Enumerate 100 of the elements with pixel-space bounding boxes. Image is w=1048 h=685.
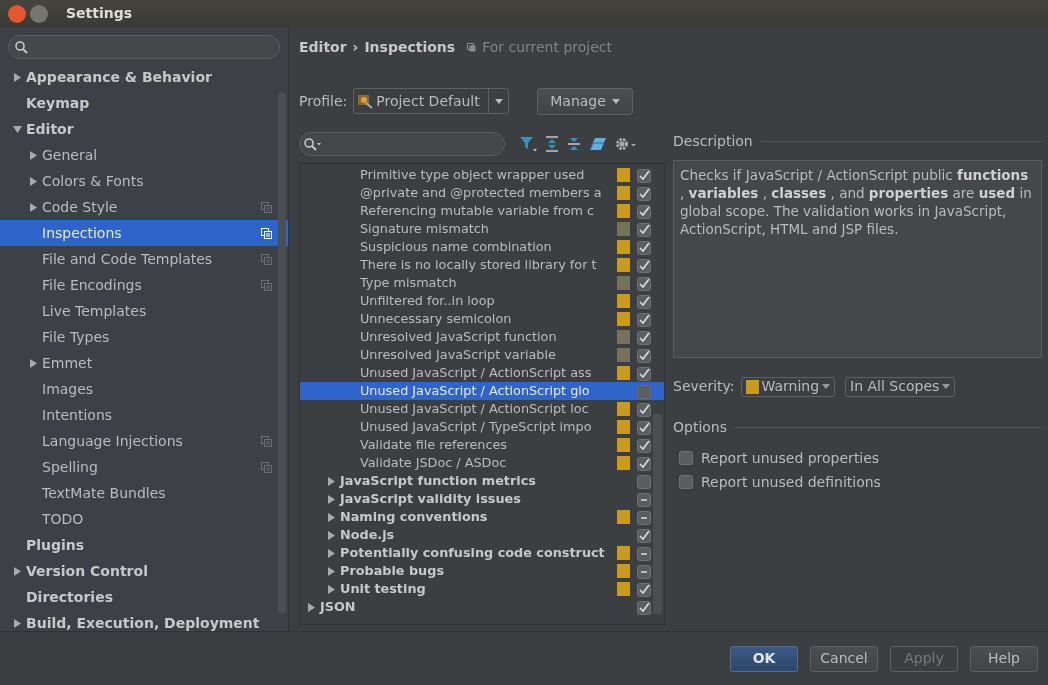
sidebar-item[interactable]: Live Templates [0, 298, 288, 324]
checkbox[interactable] [637, 258, 651, 273]
scope-dropdown[interactable]: In All Scopes [845, 376, 956, 397]
collapsed-arrow-icon[interactable] [28, 358, 38, 368]
inspection-row[interactable]: Validate file references [300, 436, 664, 454]
filter-search-field[interactable] [299, 132, 505, 156]
sidebar-item[interactable]: Appearance & Behavior [0, 64, 288, 90]
collapsed-arrow-icon[interactable] [326, 512, 336, 522]
sidebar-item[interactable]: Code Style [0, 194, 288, 220]
filter-icon[interactable] [519, 136, 537, 152]
collapse-all-icon[interactable] [567, 136, 581, 152]
inspection-row[interactable]: Unused JavaScript / ActionScript glo [300, 382, 664, 400]
checkbox[interactable] [637, 528, 651, 543]
checkbox[interactable] [637, 204, 651, 219]
collapsed-arrow-icon[interactable] [28, 150, 38, 160]
close-button[interactable] [8, 4, 26, 23]
sidebar-item[interactable]: Plugins [0, 532, 288, 558]
checkbox[interactable] [637, 276, 651, 291]
inspection-row[interactable]: Unused JavaScript / ActionScript loc [300, 400, 664, 418]
sidebar-item[interactable]: File and Code Templates [0, 246, 288, 272]
gear-icon[interactable] [615, 137, 637, 151]
sidebar-item[interactable]: Build, Execution, Deployment [0, 610, 288, 636]
dialog-button[interactable]: Help [970, 645, 1038, 672]
inspection-row[interactable]: @private and @protected members a [300, 184, 664, 202]
dialog-button[interactable]: OK [730, 645, 798, 672]
sidebar-item[interactable]: File Types [0, 324, 288, 350]
search-field[interactable] [8, 35, 280, 59]
inspection-row[interactable]: Referencing mutable variable from c [300, 202, 664, 220]
collapsed-arrow-icon[interactable] [306, 602, 316, 612]
manage-button[interactable]: Manage [537, 87, 633, 115]
sidebar-item[interactable]: Emmet [0, 350, 288, 376]
checkbox[interactable] [637, 492, 651, 507]
inspection-row[interactable]: Unresolved JavaScript variable [300, 346, 664, 364]
inspection-row[interactable]: JSON [300, 598, 664, 616]
sidebar-item[interactable]: Language Injections [0, 428, 288, 454]
sidebar-item[interactable]: General [0, 142, 288, 168]
maximize-button[interactable] [30, 4, 48, 23]
checkbox[interactable] [637, 456, 651, 471]
inspection-row[interactable]: Naming conventions [300, 508, 664, 526]
inspection-row[interactable]: JavaScript function metrics [300, 472, 664, 490]
checkbox[interactable] [637, 546, 651, 561]
checkbox[interactable] [637, 402, 651, 417]
dialog-button[interactable]: Cancel [810, 645, 878, 672]
inspection-row[interactable]: Suspicious name combination [300, 238, 664, 256]
sidebar-item[interactable]: Inspections [0, 220, 288, 246]
scrollbar[interactable] [278, 93, 286, 613]
inspection-row[interactable]: Unresolved JavaScript function [300, 328, 664, 346]
inspection-row[interactable]: Node.js [300, 526, 664, 544]
inspection-row[interactable]: Primitive type object wrapper used [300, 166, 664, 184]
sidebar-item[interactable]: TODO [0, 506, 288, 532]
sidebar-item[interactable]: Spelling [0, 454, 288, 480]
checkbox[interactable] [637, 582, 651, 597]
inspection-row[interactable]: Unit testing [300, 580, 664, 598]
sidebar-item[interactable]: Editor [0, 116, 288, 142]
collapsed-arrow-icon[interactable] [12, 618, 22, 628]
checkbox[interactable] [637, 474, 651, 489]
checkbox[interactable] [637, 312, 651, 327]
inspection-row[interactable]: There is no locally stored library for t [300, 256, 664, 274]
inspection-row[interactable]: Probable bugs [300, 562, 664, 580]
sidebar-item[interactable]: Version Control [0, 558, 288, 584]
checkbox[interactable] [679, 451, 693, 465]
inspection-row[interactable]: Type mismatch [300, 274, 664, 292]
collapsed-arrow-icon[interactable] [28, 202, 38, 212]
inspection-row[interactable]: Unnecessary semicolon [300, 310, 664, 328]
sidebar-item[interactable]: Keymap [0, 90, 288, 116]
checkbox[interactable] [637, 366, 651, 381]
inspection-row[interactable]: JavaScript validity issues [300, 490, 664, 508]
checkbox[interactable] [637, 420, 651, 435]
checkbox[interactable] [637, 222, 651, 237]
inspection-row[interactable]: Unfiltered for..in loop [300, 292, 664, 310]
collapsed-arrow-icon[interactable] [12, 72, 22, 82]
checkbox[interactable] [637, 510, 651, 525]
sidebar-item[interactable]: Colors & Fonts [0, 168, 288, 194]
sidebar-item[interactable]: TextMate Bundles [0, 480, 288, 506]
collapsed-arrow-icon[interactable] [326, 566, 336, 576]
checkbox[interactable] [637, 384, 651, 399]
inspection-row[interactable]: Potentially confusing code construct [300, 544, 664, 562]
collapsed-arrow-icon[interactable] [326, 530, 336, 540]
checkbox[interactable] [637, 186, 651, 201]
checkbox[interactable] [679, 475, 693, 489]
checkbox[interactable] [637, 168, 651, 183]
checkbox[interactable] [637, 240, 651, 255]
inspection-row[interactable]: Validate JSDoc / ASDoc [300, 454, 664, 472]
sidebar-item[interactable]: Directories [0, 584, 288, 610]
collapsed-arrow-icon[interactable] [326, 476, 336, 486]
collapsed-arrow-icon[interactable] [326, 548, 336, 558]
inspection-row[interactable]: Unused JavaScript / ActionScript ass [300, 364, 664, 382]
checkbox[interactable] [637, 438, 651, 453]
expanded-arrow-icon[interactable] [12, 124, 22, 134]
collapsed-arrow-icon[interactable] [326, 494, 336, 504]
checkbox[interactable] [637, 294, 651, 309]
collapsed-arrow-icon[interactable] [12, 566, 22, 576]
expand-all-icon[interactable] [545, 136, 559, 152]
checkbox[interactable] [637, 330, 651, 345]
sidebar-item[interactable]: Intentions [0, 402, 288, 428]
inspection-row[interactable]: Unused JavaScript / TypeScript impo [300, 418, 664, 436]
checkbox[interactable] [637, 564, 651, 579]
checkbox[interactable] [637, 348, 651, 363]
inspection-row[interactable]: Signature mismatch [300, 220, 664, 238]
collapsed-arrow-icon[interactable] [28, 176, 38, 186]
